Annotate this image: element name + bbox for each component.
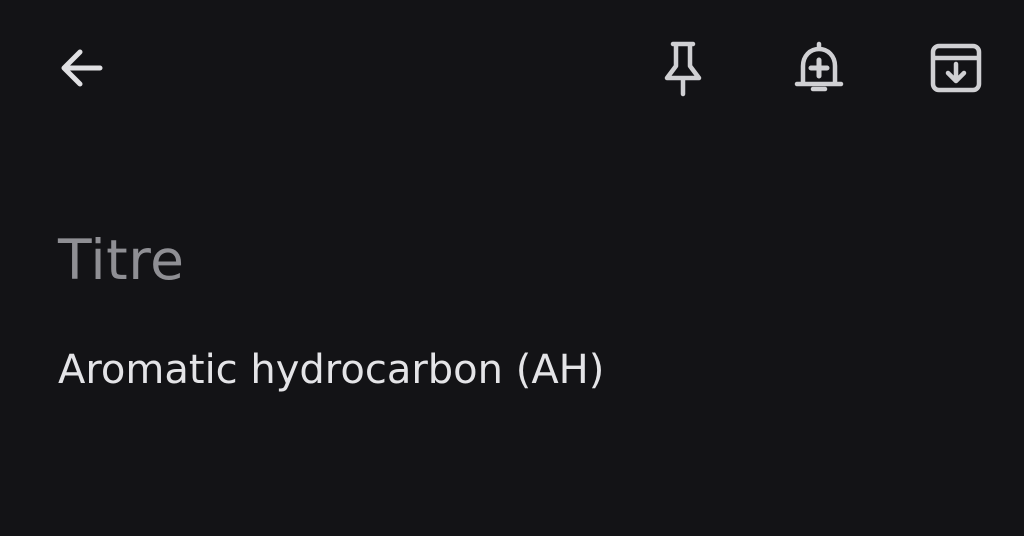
- arrow-back-icon: [61, 49, 103, 87]
- add-reminder-button[interactable]: [783, 32, 855, 104]
- pin-button[interactable]: [647, 32, 719, 104]
- bell-add-icon: [794, 41, 844, 92]
- back-button[interactable]: [44, 32, 116, 104]
- pin-icon: [664, 41, 702, 97]
- archive-button[interactable]: [920, 32, 992, 104]
- note-editor-screen: Titre Aromatic hydrocarbon (AH): [0, 0, 1024, 536]
- note-toolbar: [0, 0, 1024, 136]
- archive-icon: [930, 43, 982, 93]
- note-title-field[interactable]: Titre: [58, 224, 185, 296]
- note-body-field[interactable]: Aromatic hydrocarbon (AH): [58, 340, 604, 400]
